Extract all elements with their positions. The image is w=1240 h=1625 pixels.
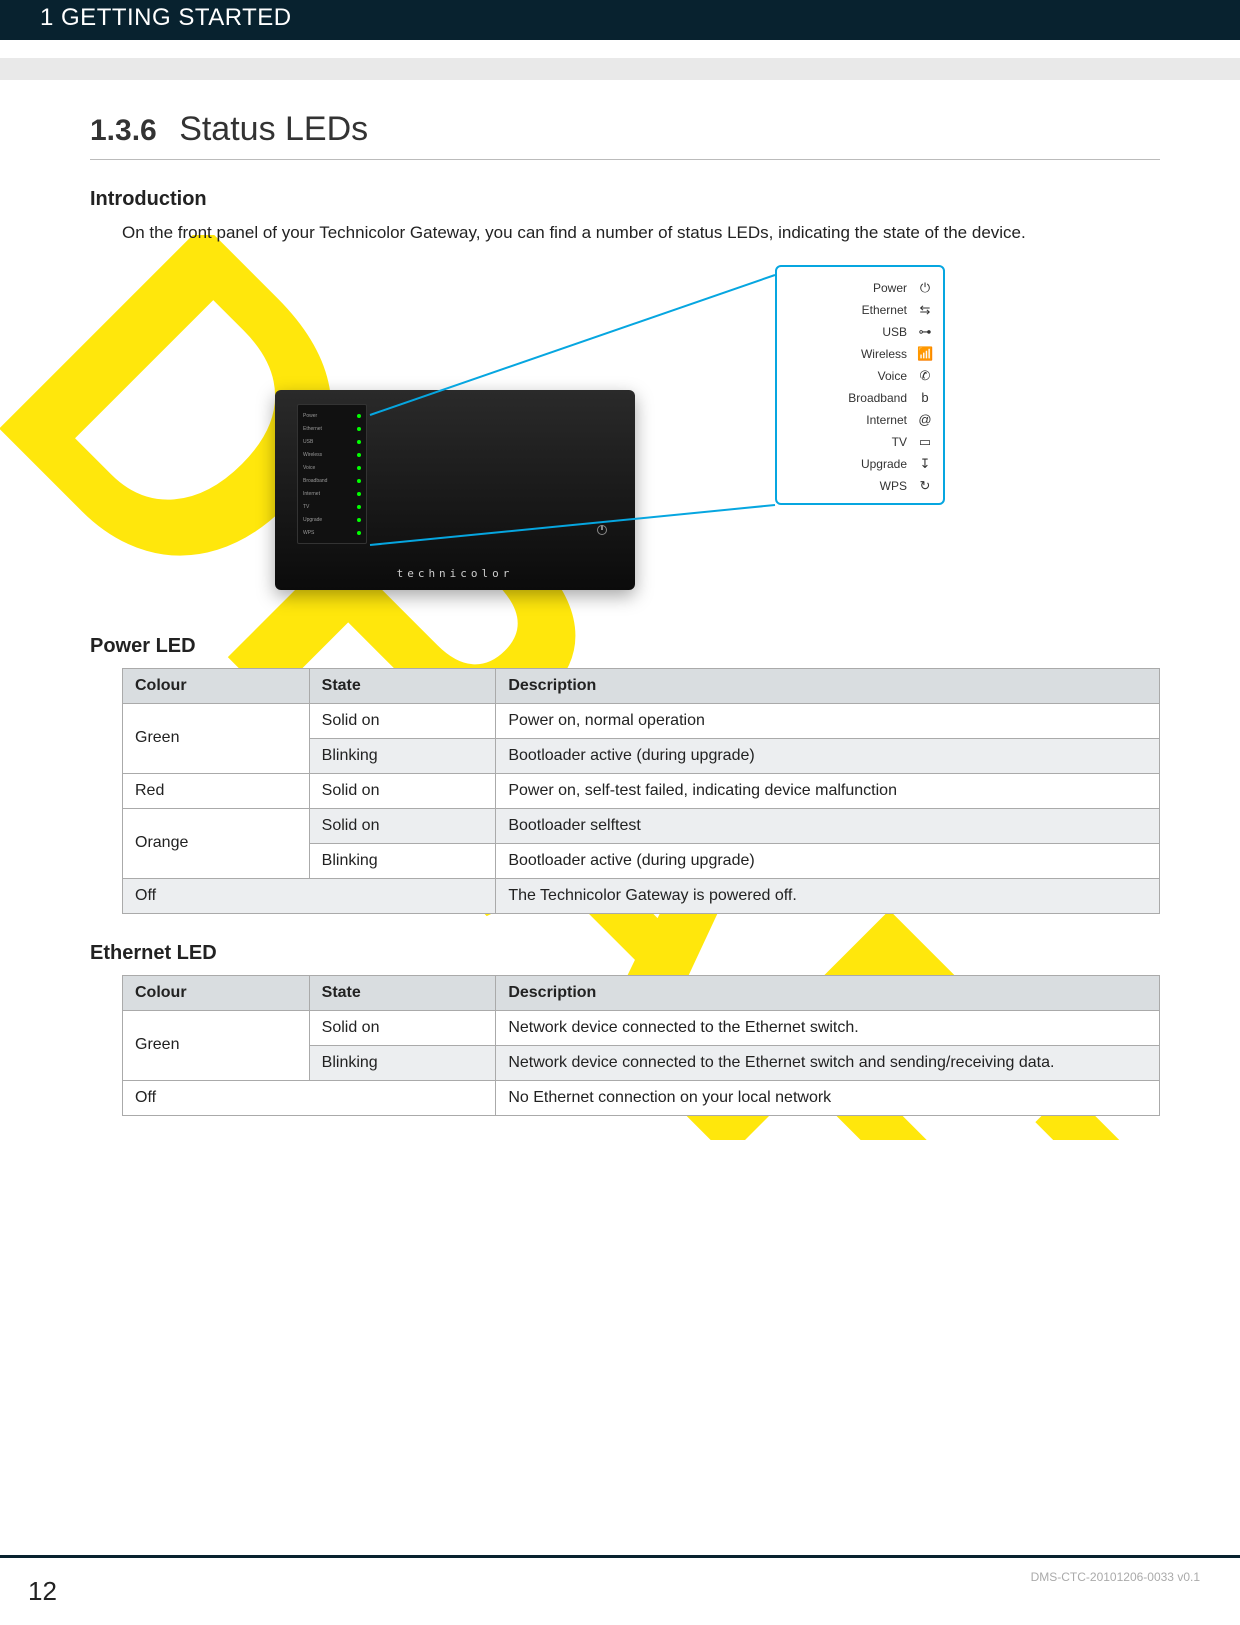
table-cell-colour: Orange	[123, 808, 310, 878]
table-header: Description	[496, 975, 1160, 1010]
table-row: OrangeSolid onBootloader selftest	[123, 808, 1160, 843]
callout-lead-line	[275, 265, 975, 605]
table-cell-description: The Technicolor Gateway is powered off.	[496, 878, 1160, 913]
ethernet-led-table: ColourStateDescriptionGreenSolid onNetwo…	[122, 975, 1160, 1116]
power-led-heading: Power LED	[90, 635, 1160, 658]
table-cell-colour: Green	[123, 1010, 310, 1080]
page-number: 12	[28, 1576, 57, 1607]
table-cell-state: Solid on	[309, 703, 496, 738]
section-number: 1.3.6	[90, 114, 157, 148]
table-cell-state: Solid on	[309, 773, 496, 808]
ethernet-led-heading: Ethernet LED	[90, 942, 1160, 965]
table-cell-description: Power on, normal operation	[496, 703, 1160, 738]
table-cell-description: Bootloader active (during upgrade)	[496, 843, 1160, 878]
table-cell-colour: Green	[123, 703, 310, 773]
table-row: RedSolid onPower on, self-test failed, i…	[123, 773, 1160, 808]
table-cell-state: Solid on	[309, 1010, 496, 1045]
table-row: GreenSolid onPower on, normal operation	[123, 703, 1160, 738]
page-footer: 12 DMS-CTC-20101206-0033 v0.1	[0, 1555, 1240, 1625]
table-cell-colour: Off	[123, 1080, 496, 1115]
table-cell-state: Solid on	[309, 808, 496, 843]
table-cell-description: Network device connected to the Ethernet…	[496, 1010, 1160, 1045]
table-cell-description: Bootloader selftest	[496, 808, 1160, 843]
table-cell-description: No Ethernet connection on your local net…	[496, 1080, 1160, 1115]
table-row: GreenSolid onNetwork device connected to…	[123, 1010, 1160, 1045]
section-title: Status LEDs	[179, 110, 368, 149]
intro-text: On the front panel of your Technicolor G…	[122, 221, 1160, 245]
table-header: State	[309, 668, 496, 703]
device-figure: PowerEthernetUSBWirelessVoiceBroadbandIn…	[275, 265, 975, 605]
table-cell-colour: Off	[123, 878, 496, 913]
table-header: State	[309, 975, 496, 1010]
power-led-table: ColourStateDescriptionGreenSolid onPower…	[122, 668, 1160, 914]
chapter-title: 1 GETTING STARTED	[40, 4, 292, 32]
table-row: OffThe Technicolor Gateway is powered of…	[123, 878, 1160, 913]
watermark-cover	[0, 1140, 1240, 1625]
section-title-row: 1.3.6 Status LEDs	[90, 110, 1160, 160]
chapter-header: 1 GETTING STARTED	[0, 0, 1240, 40]
table-cell-description: Bootloader active (during upgrade)	[496, 738, 1160, 773]
table-cell-state: Blinking	[309, 1045, 496, 1080]
table-header: Colour	[123, 668, 310, 703]
table-cell-description: Power on, self-test failed, indicating d…	[496, 773, 1160, 808]
intro-heading: Introduction	[90, 188, 1160, 211]
table-cell-state: Blinking	[309, 843, 496, 878]
table-cell-colour: Red	[123, 773, 310, 808]
table-cell-description: Network device connected to the Ethernet…	[496, 1045, 1160, 1080]
document-id: DMS-CTC-20101206-0033 v0.1	[1031, 1570, 1200, 1584]
table-header: Description	[496, 668, 1160, 703]
table-cell-state: Blinking	[309, 738, 496, 773]
table-row: OffNo Ethernet connection on your local …	[123, 1080, 1160, 1115]
header-accent-band	[0, 58, 1240, 80]
table-header: Colour	[123, 975, 310, 1010]
